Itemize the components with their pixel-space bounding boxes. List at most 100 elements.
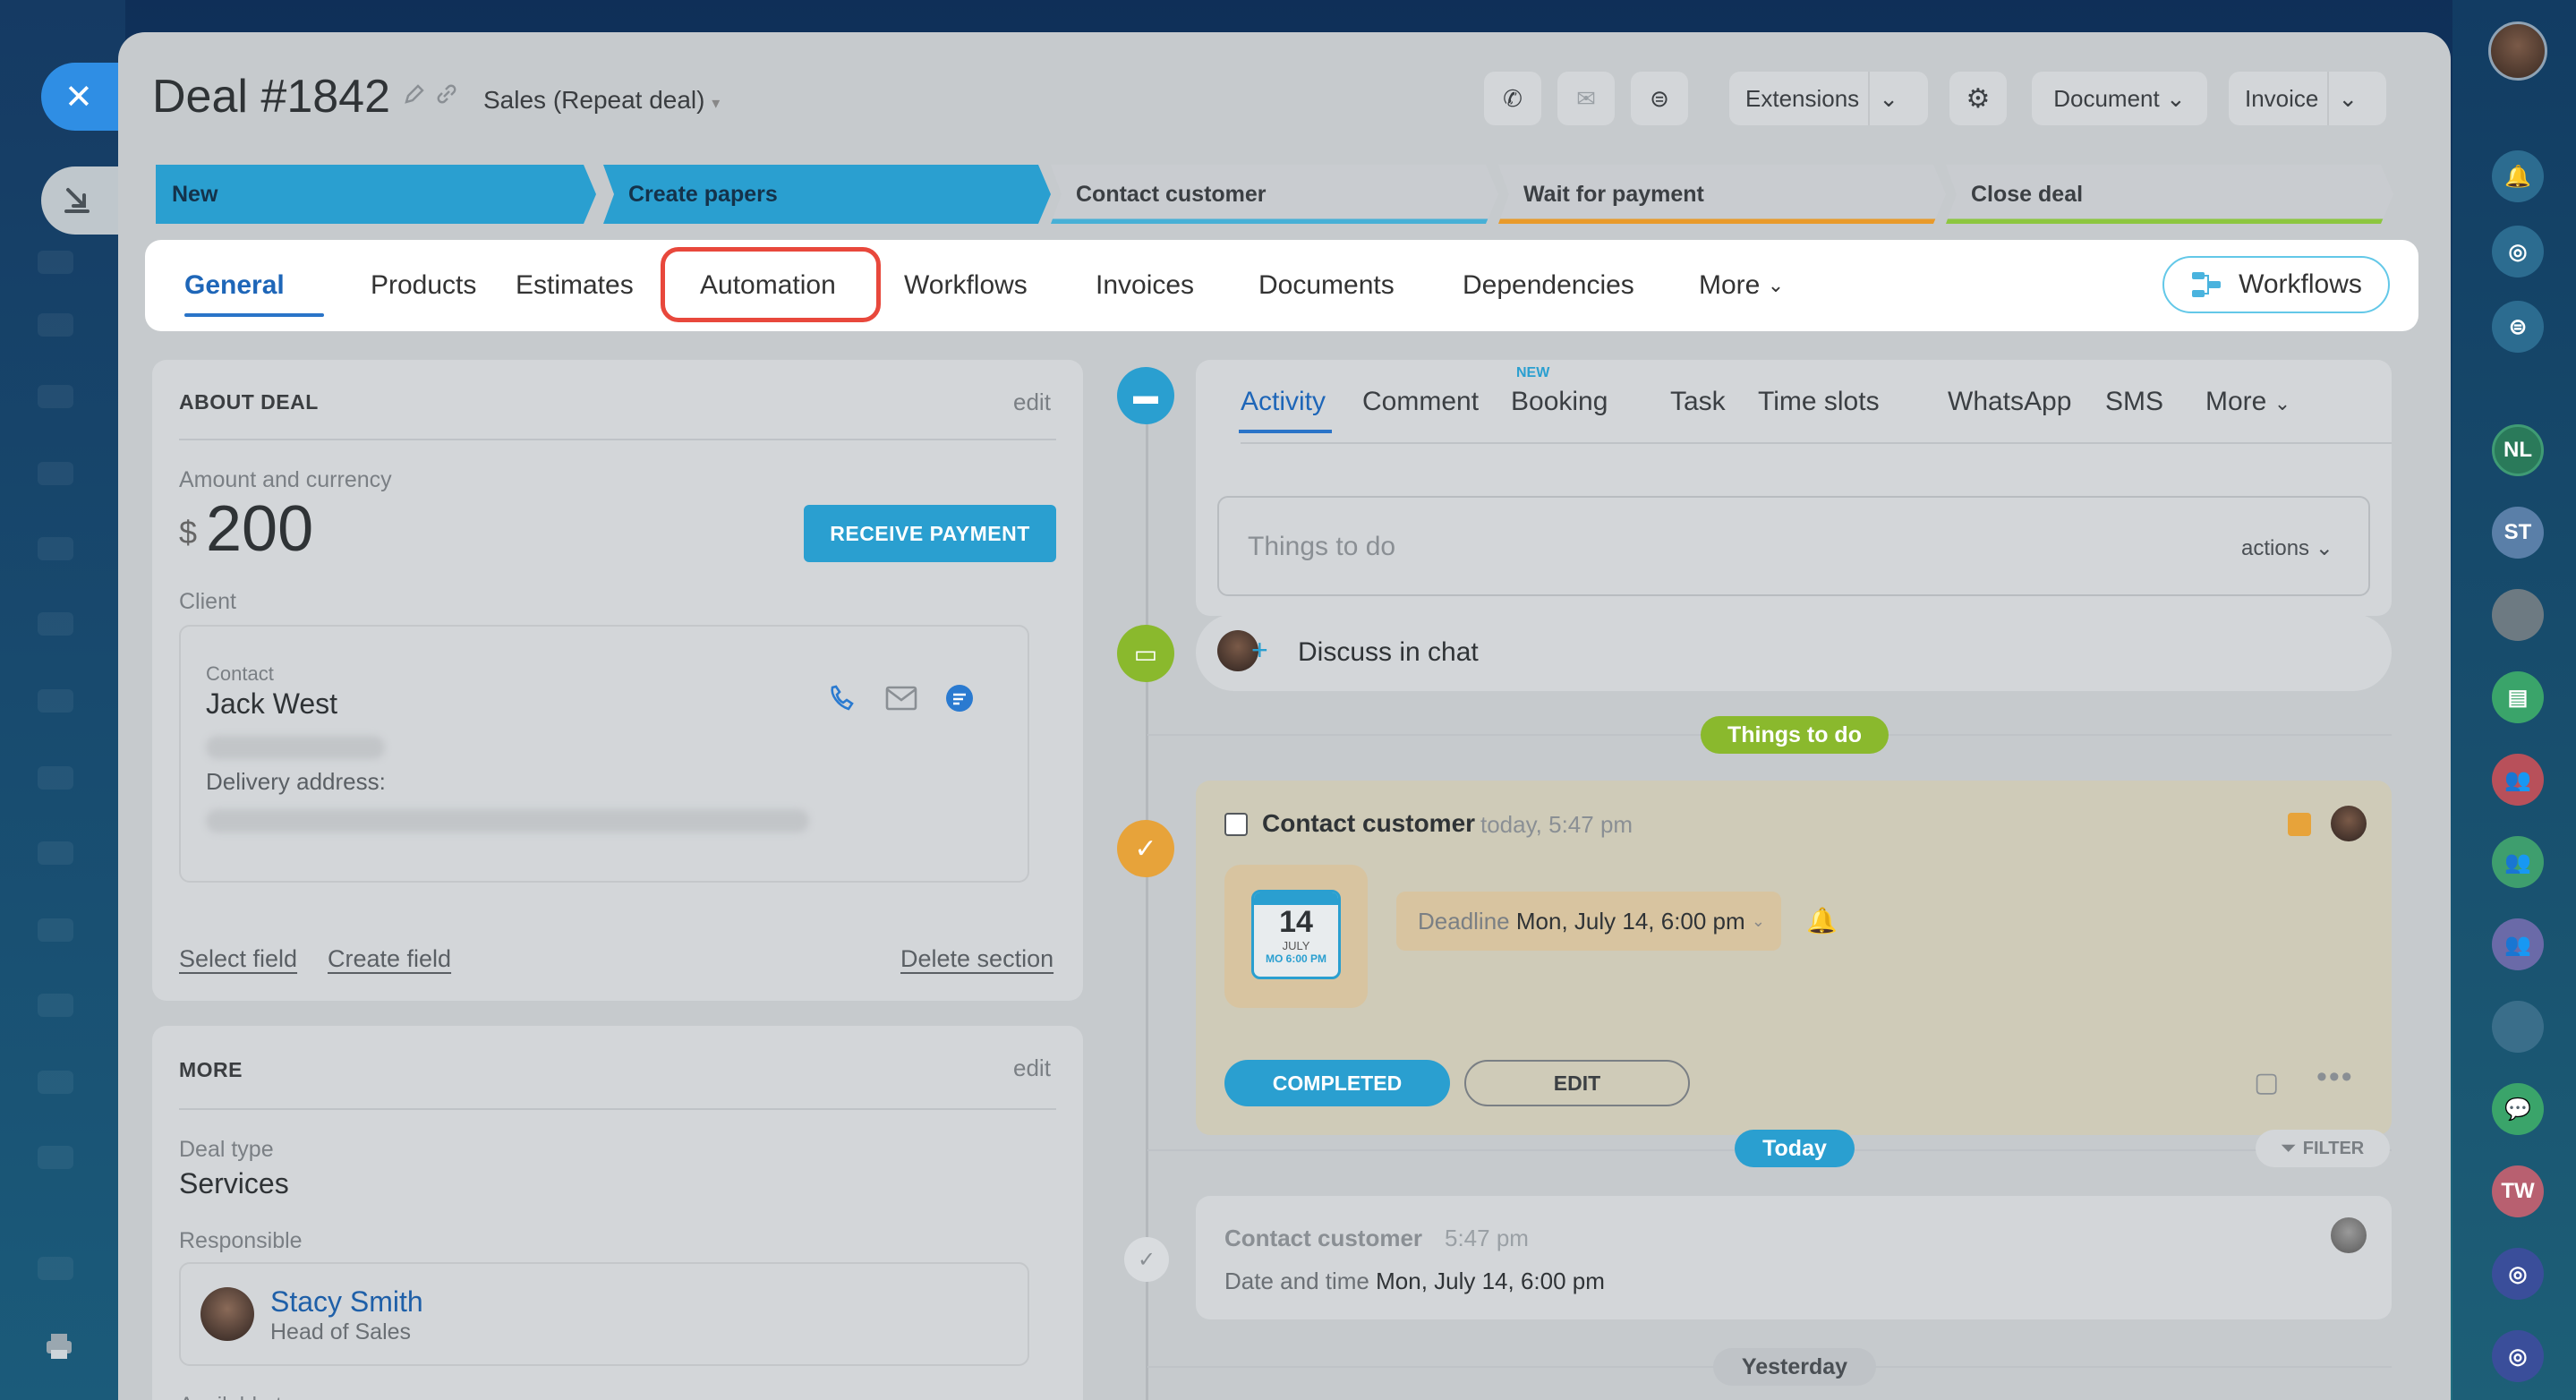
deal-slider-panel: Deal #1842 Sales (Repeat deal) ▾ ✆ ✉ ⊜ E…	[118, 32, 2451, 1400]
calendar-time: MO 6:00 PM	[1265, 952, 1326, 965]
task-color-marker[interactable]	[2288, 813, 2311, 836]
calendar-day: 14	[1279, 905, 1313, 939]
copy-link-icon[interactable]	[435, 82, 458, 106]
contact-avatar-nl[interactable]: NL	[2492, 424, 2544, 476]
chevron-down-icon: ⌄	[2315, 536, 2333, 560]
group-avatar-red[interactable]: 👥	[2492, 754, 2544, 806]
group-chat-icon[interactable]: ▤	[2492, 671, 2544, 723]
responsible-name[interactable]: Stacy Smith	[270, 1285, 423, 1319]
task-time: today, 5:47 pm	[1480, 811, 1633, 838]
contact-chat-icon[interactable]	[943, 682, 976, 714]
tab-workflows[interactable]: Workflows	[904, 240, 1028, 331]
user-avatar[interactable]	[2488, 21, 2547, 81]
delete-section-link[interactable]: Delete section	[900, 945, 1053, 973]
completed-button[interactable]: COMPLETED	[1224, 1060, 1450, 1106]
stage-new[interactable]: New	[156, 165, 596, 224]
channel-chat-icon[interactable]: 💬	[2492, 1083, 2544, 1135]
things-to-do-input[interactable]: Things to do actions ⌄	[1217, 496, 2370, 596]
tab-documents[interactable]: Documents	[1258, 240, 1395, 331]
invoice-button[interactable]: Invoice ⌄	[2229, 72, 2386, 125]
stage-wait-for-payment[interactable]: Wait for payment	[1498, 165, 1946, 224]
note-icon[interactable]: ▢	[2254, 1067, 2279, 1098]
tab-invoices[interactable]: Invoices	[1096, 240, 1194, 331]
minimize-slider-button[interactable]	[41, 166, 127, 235]
contact-avatar-tw[interactable]: TW	[2492, 1165, 2544, 1217]
receive-payment-button[interactable]: RECEIVE PAYMENT	[804, 505, 1056, 562]
contact-label: Contact	[206, 662, 274, 685]
contact-mail-icon[interactable]	[884, 684, 918, 713]
workflows-button[interactable]: Workflows	[2162, 256, 2390, 313]
call-button[interactable]: ✆	[1484, 72, 1541, 125]
reminder-bell-icon[interactable]: 🔔	[1806, 906, 1838, 935]
phone-icon: ✆	[1503, 84, 1523, 112]
tab-booking[interactable]: Booking	[1511, 387, 1608, 417]
history-title[interactable]: Contact customer	[1224, 1225, 1422, 1252]
close-slider-button[interactable]: ✕	[41, 63, 131, 131]
create-field-link[interactable]: Create field	[328, 945, 451, 973]
tab-activity[interactable]: Activity	[1241, 387, 1326, 417]
chevron-down-icon: ⌄	[2165, 84, 2186, 112]
stage-contact-customer[interactable]: Contact customer	[1051, 165, 1498, 224]
tab-general[interactable]: General	[184, 240, 285, 331]
document-dropdown[interactable]: Document ⌄	[2032, 72, 2207, 125]
add-participant-icon[interactable]: +	[1251, 634, 1268, 667]
copilot-icon[interactable]: ◎	[2492, 226, 2544, 277]
discuss-in-chat-label: Discuss in chat	[1298, 637, 1479, 667]
edit-pencil-icon[interactable]	[403, 82, 426, 106]
more-options-icon[interactable]: •••	[2316, 1060, 2354, 1095]
tab-time-slots[interactable]: Time slots	[1758, 387, 1880, 417]
contact-phone-icon[interactable]	[825, 682, 857, 714]
tab-comment[interactable]: Comment	[1362, 387, 1479, 417]
filter-button[interactable]: ⏷ FILTER	[2256, 1130, 2390, 1167]
responsible-label: Responsible	[179, 1228, 303, 1253]
tab-dependencies[interactable]: Dependencies	[1463, 240, 1634, 331]
minimize-arrow-icon	[64, 188, 90, 213]
workflows-icon	[2192, 272, 2222, 297]
edit-section-link[interactable]: edit	[1013, 388, 1051, 416]
copilot-icon-2[interactable]: ◎	[2492, 1248, 2544, 1300]
task-checkbox[interactable]	[1224, 813, 1248, 836]
contact-name[interactable]: Jack West	[206, 687, 337, 721]
tab-whatsapp[interactable]: WhatsApp	[1948, 387, 2071, 417]
printer-icon[interactable]	[41, 1328, 77, 1364]
chat-icon[interactable]: ⊜	[2492, 301, 2544, 353]
edit-section-link[interactable]: edit	[1013, 1054, 1051, 1082]
stage-close-deal[interactable]: Close deal	[1946, 165, 2393, 224]
edit-button[interactable]: EDIT	[1464, 1060, 1690, 1106]
delivery-label: Delivery address:	[206, 768, 386, 795]
tab-automation[interactable]: Automation	[700, 240, 836, 331]
pipeline-selector[interactable]: Sales (Repeat deal) ▾	[483, 86, 720, 115]
tab-more-activity[interactable]: More ⌄	[2205, 387, 2290, 417]
tab-more[interactable]: More ⌄	[1699, 240, 1784, 331]
check-icon: ✓	[1137, 1247, 1156, 1272]
avatar	[2331, 806, 2367, 841]
stage-create-papers[interactable]: Create papers	[603, 165, 1051, 224]
extensions-button[interactable]: Extensions ⌄	[1729, 72, 1928, 125]
contact-avatar-st[interactable]: ST	[2492, 507, 2544, 559]
input-placeholder: Things to do	[1248, 532, 1396, 561]
tab-task[interactable]: Task	[1670, 387, 1726, 417]
tab-estimates[interactable]: Estimates	[516, 240, 634, 331]
deal-type-value: Services	[179, 1167, 289, 1199]
email-button[interactable]: ✉	[1557, 72, 1615, 125]
deadline-selector[interactable]: Deadline Mon, July 14, 6:00 pm ⌄	[1396, 892, 1781, 951]
tab-sms[interactable]: SMS	[2105, 387, 2163, 417]
contact-avatar-city[interactable]	[2492, 1001, 2544, 1053]
open-channel-button[interactable]: ⊜	[1631, 72, 1688, 125]
select-field-link[interactable]: Select field	[179, 945, 297, 973]
discuss-in-chat-row[interactable]: + Discuss in chat	[1196, 614, 2392, 691]
group-avatar-purple[interactable]: 👥	[2492, 918, 2544, 970]
avatar	[200, 1287, 254, 1341]
chevron-down-icon: ⌄	[2338, 84, 2358, 112]
deal-type-label: Deal type	[179, 1137, 274, 1162]
actions-dropdown[interactable]: actions ⌄	[2241, 535, 2333, 561]
more-card: MORE edit Deal type Services Responsible…	[152, 1026, 1083, 1400]
chat-icon: ⊜	[1650, 84, 1669, 112]
tab-products[interactable]: Products	[371, 240, 476, 331]
copilot-icon-3[interactable]: ◎	[2492, 1330, 2544, 1382]
notifications-bell-icon[interactable]: 🔔	[2492, 150, 2544, 202]
contact-avatar-photo[interactable]	[2492, 589, 2544, 641]
task-title[interactable]: Contact customer	[1262, 809, 1475, 838]
group-avatar-green[interactable]: 👥	[2492, 836, 2544, 888]
settings-button[interactable]: ⚙	[1949, 72, 2007, 125]
